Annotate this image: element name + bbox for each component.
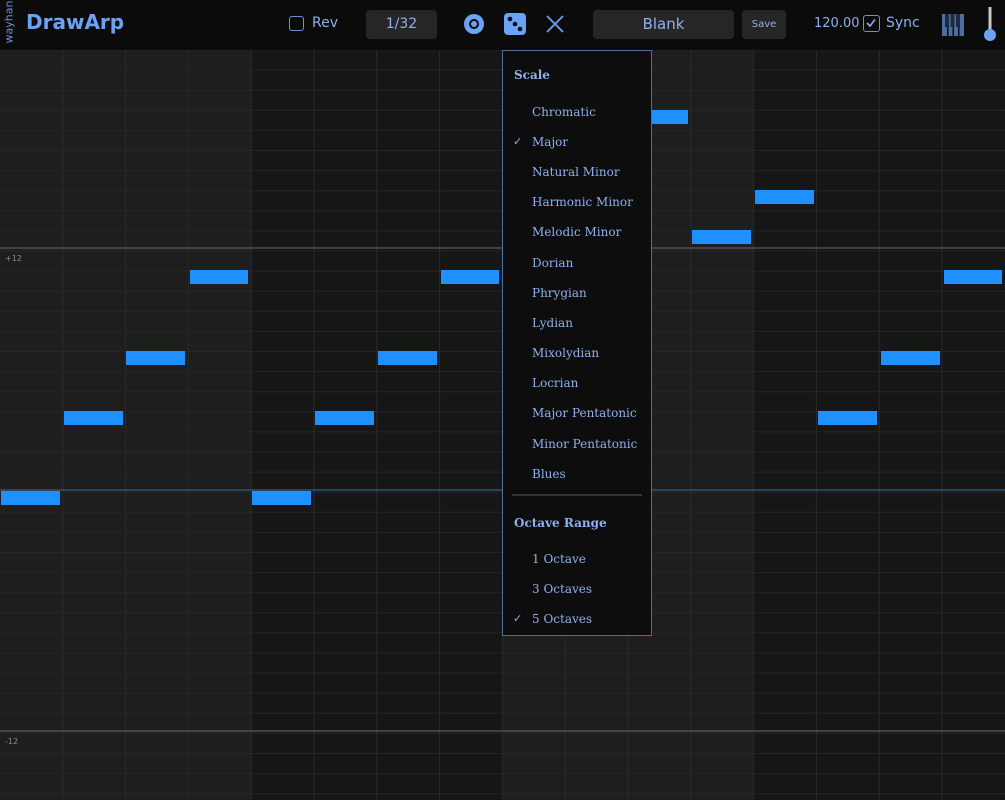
division-select[interactable]: 1/32	[366, 10, 437, 39]
piano-keys-icon[interactable]	[942, 14, 964, 36]
scale-item[interactable]: Minor Pentatonic	[504, 433, 650, 457]
clear-x-icon[interactable]	[543, 12, 567, 36]
rev-checkbox[interactable]	[289, 16, 304, 31]
scale-item[interactable]: Mixolydian	[504, 342, 650, 366]
scale-item[interactable]: Phrygian	[504, 282, 650, 306]
octave-item[interactable]: 3 Octaves	[504, 578, 650, 602]
checkmark-icon	[866, 19, 876, 28]
vendor-label: wayhan	[2, 0, 16, 44]
scale-item[interactable]: Dorian	[504, 252, 650, 276]
scale-item[interactable]: Major Pentatonic	[504, 402, 650, 426]
octave-item[interactable]: ✓ 5 Octaves	[504, 608, 650, 632]
sync-label[interactable]: Sync	[886, 15, 920, 31]
volume-slider-icon[interactable]	[983, 7, 997, 43]
scale-item[interactable]: Harmonic Minor	[504, 191, 650, 215]
save-button[interactable]: Save	[742, 10, 786, 39]
octave-label-plus: +12	[5, 254, 22, 263]
arp-note[interactable]	[378, 351, 437, 365]
dice-icon[interactable]	[503, 12, 527, 36]
arp-note[interactable]	[64, 411, 123, 425]
scale-header: Scale	[514, 68, 550, 82]
scale-item[interactable]: Blues	[504, 463, 650, 487]
scale-item[interactable]: Melodic Minor	[504, 221, 650, 245]
arp-note[interactable]	[944, 270, 1002, 284]
scale-item[interactable]: ✓ Major	[504, 131, 650, 155]
arp-note[interactable]	[190, 270, 248, 284]
preset-name-field[interactable]: Blank	[593, 10, 734, 39]
arp-note[interactable]	[315, 411, 374, 425]
octave-label-minus: -12	[5, 737, 19, 746]
checkmark-icon: ✓	[513, 135, 523, 148]
arp-note[interactable]	[652, 110, 688, 124]
rev-label[interactable]: Rev	[312, 15, 338, 31]
arp-note[interactable]	[1, 491, 60, 505]
scale-item[interactable]: Chromatic	[504, 101, 650, 125]
scale-item[interactable]: Lydian	[504, 312, 650, 336]
arp-note[interactable]	[252, 491, 311, 505]
arp-note[interactable]	[881, 351, 940, 365]
sync-checkbox[interactable]	[863, 15, 880, 32]
scale-item[interactable]: Locrian	[504, 372, 650, 396]
app-title: DrawArp	[26, 10, 125, 34]
menu-divider	[512, 494, 642, 496]
scale-item[interactable]: Natural Minor	[504, 161, 650, 185]
arp-note[interactable]	[692, 230, 751, 244]
arp-note[interactable]	[441, 270, 499, 284]
octave-item[interactable]: 1 Octave	[504, 548, 650, 572]
scale-dropdown-menu: Scale Chromatic ✓ Major Natural Minor Har…	[502, 50, 652, 636]
arp-note[interactable]	[818, 411, 877, 425]
bpm-value[interactable]: 120.00	[814, 16, 860, 31]
arp-note[interactable]	[126, 351, 185, 365]
octave-range-header: Octave Range	[514, 516, 607, 530]
record-circle-icon[interactable]	[462, 12, 486, 36]
arp-note[interactable]	[755, 190, 814, 204]
toolbar: wayhan DrawArp Rev 1/32 Blank Save 120.0…	[0, 0, 1005, 50]
checkmark-icon: ✓	[513, 612, 523, 625]
